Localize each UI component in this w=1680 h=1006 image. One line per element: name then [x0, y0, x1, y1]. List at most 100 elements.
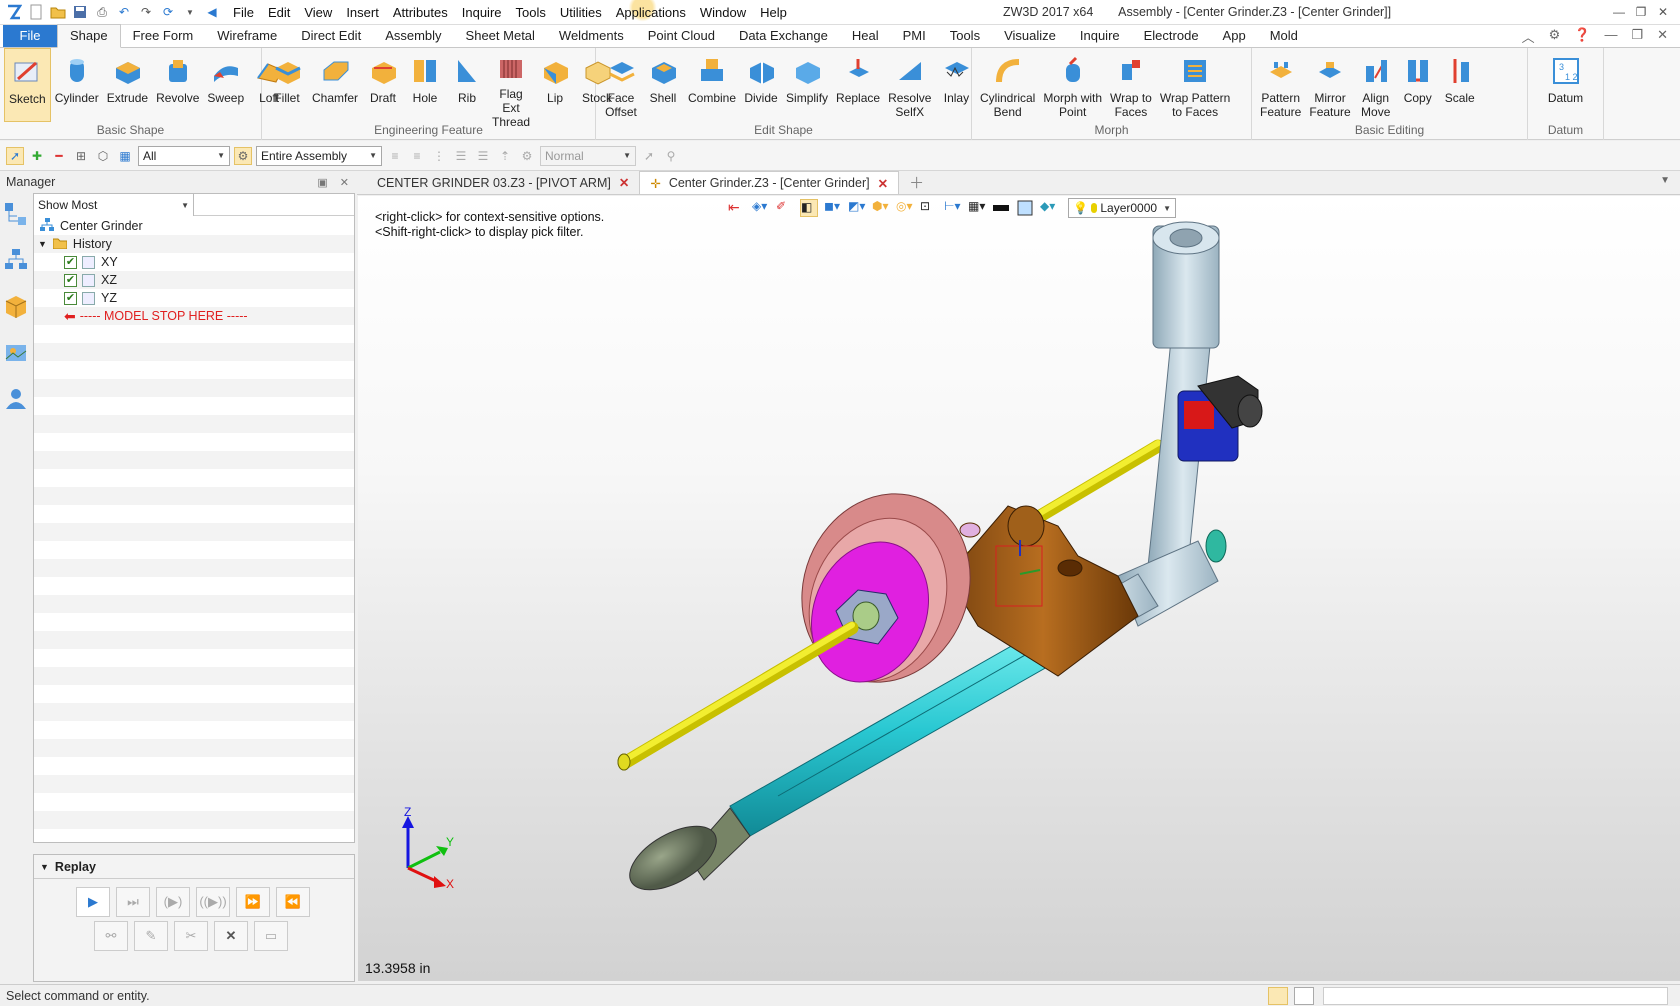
- resolve-selfx-button[interactable]: Resolve SelfX: [884, 48, 935, 122]
- visibility-checkbox[interactable]: ✔: [64, 273, 77, 287]
- menu-help[interactable]: Help: [753, 0, 794, 25]
- tab-mold[interactable]: Mold: [1258, 25, 1310, 47]
- tab-pmi[interactable]: PMI: [891, 25, 938, 47]
- assembly-manager-icon[interactable]: [3, 247, 29, 273]
- toolbar-icon-e[interactable]: ☰: [474, 147, 492, 165]
- delete-icon[interactable]: ✕: [214, 921, 248, 951]
- menu-edit[interactable]: Edit: [261, 0, 297, 25]
- box-select-icon[interactable]: ⬡: [94, 147, 112, 165]
- save-icon[interactable]: [70, 3, 90, 21]
- scope-select[interactable]: Entire Assembly ▼: [256, 145, 382, 166]
- replay-header[interactable]: ▼ Replay: [34, 855, 354, 879]
- menu-utilities[interactable]: Utilities: [553, 0, 609, 25]
- open-file-icon[interactable]: [48, 3, 68, 21]
- close-panel-icon[interactable]: ✕: [340, 176, 349, 189]
- toolbar-icon-c[interactable]: ⋮: [430, 147, 448, 165]
- simplify-button[interactable]: Simplify: [782, 48, 832, 122]
- menu-window[interactable]: Window: [693, 0, 753, 25]
- tab-data-exchange[interactable]: Data Exchange: [727, 25, 840, 47]
- lip-button[interactable]: Lip: [534, 48, 576, 122]
- fast-forward-icon[interactable]: ⏩: [236, 887, 270, 917]
- tree-node-plane-xz[interactable]: ✔ XZ: [34, 271, 354, 289]
- status-list-icon[interactable]: [1294, 987, 1314, 1005]
- 3d-viewport[interactable]: ⇤ ◈▾ ✐ ◧ ◼▾ ◩▾ ⬢▾ ◎▾ ⊡ ⊢▾ ▦▾ ◆▾ 💡 Layer0…: [358, 196, 1680, 981]
- refresh-icon[interactable]: ⟳: [158, 3, 178, 21]
- edit-feature-icon[interactable]: ✂: [174, 921, 208, 951]
- pin-panel-icon[interactable]: ▣: [317, 176, 327, 189]
- tab-tools[interactable]: Tools: [938, 25, 992, 47]
- link-icon[interactable]: ⚯: [94, 921, 128, 951]
- tab-free-form[interactable]: Free Form: [121, 25, 206, 47]
- edit-pencil-icon[interactable]: ✎: [134, 921, 168, 951]
- pick-filter-select[interactable]: All ▼: [138, 145, 230, 166]
- tree-node-root[interactable]: Center Grinder: [34, 217, 354, 235]
- toolbar-icon-d[interactable]: ☰: [452, 147, 470, 165]
- new-file-icon[interactable]: [26, 3, 46, 21]
- pick-options-icon[interactable]: ⊞: [72, 147, 90, 165]
- close-tab-icon[interactable]: ✕: [619, 175, 629, 190]
- print-icon[interactable]: ⎙: [92, 3, 112, 21]
- status-input-field[interactable]: [1323, 987, 1668, 1005]
- remove-pick-icon[interactable]: ━: [50, 147, 68, 165]
- pick-tool-icon[interactable]: ⚲: [662, 147, 680, 165]
- divide-button[interactable]: Divide: [740, 48, 782, 122]
- toolbar-icon-f[interactable]: ⇡: [496, 147, 514, 165]
- flag-ext-thread-button[interactable]: Flag Ext Thread: [488, 48, 534, 129]
- new-tab-button[interactable]: ＋: [899, 171, 934, 194]
- sketch-button[interactable]: Sketch: [4, 48, 51, 122]
- redo-icon[interactable]: ↷: [136, 3, 156, 21]
- doc-tab-center-grinder[interactable]: ✛ Center Grinder.Z3 - [Center Grinder] ✕: [639, 171, 900, 194]
- wrap-to-faces-button[interactable]: Wrap to Faces: [1106, 48, 1156, 122]
- toolbar-icon-a[interactable]: ≡: [386, 147, 404, 165]
- tab-point-cloud[interactable]: Point Cloud: [636, 25, 727, 47]
- scale-button[interactable]: Scale: [1439, 48, 1481, 122]
- rib-button[interactable]: Rib: [446, 48, 488, 122]
- tab-app[interactable]: App: [1211, 25, 1258, 47]
- show-mode-select[interactable]: Show Most ▼: [34, 194, 194, 216]
- restore-doc-icon[interactable]: ❐: [1631, 27, 1643, 46]
- menu-insert[interactable]: Insert: [339, 0, 386, 25]
- tab-assembly[interactable]: Assembly: [373, 25, 453, 47]
- model-stop-marker[interactable]: ⬅ ----- MODEL STOP HERE -----: [34, 307, 354, 325]
- pattern-feature-button[interactable]: Pattern Feature: [1256, 48, 1305, 122]
- menu-tools[interactable]: Tools: [509, 0, 553, 25]
- close-window-icon[interactable]: ✕: [1652, 0, 1674, 25]
- undo-icon[interactable]: ↶: [114, 3, 134, 21]
- customize-dropdown-icon[interactable]: ▼: [180, 3, 200, 21]
- menu-view[interactable]: View: [297, 0, 339, 25]
- align-move-button[interactable]: Align Move: [1355, 48, 1397, 122]
- chevron-down-icon[interactable]: ▼: [38, 239, 47, 249]
- shell-button[interactable]: Shell: [642, 48, 684, 122]
- step-forward-icon[interactable]: ⏭: [116, 887, 150, 917]
- close-tab-icon[interactable]: ✕: [878, 176, 888, 191]
- app-logo-icon[interactable]: [4, 3, 24, 21]
- tab-visualize[interactable]: Visualize: [992, 25, 1068, 47]
- settings-gear-icon[interactable]: ⚙: [1549, 27, 1561, 46]
- help-icon[interactable]: ❓: [1574, 27, 1590, 46]
- doc-tab-pivot-arm[interactable]: CENTER GRINDER 03.Z3 - [PIVOT ARM] ✕: [367, 171, 639, 194]
- wrap-pattern-button[interactable]: Wrap Pattern to Faces: [1156, 48, 1234, 122]
- face-offset-button[interactable]: Face Offset: [600, 48, 642, 122]
- close-doc-icon[interactable]: ✕: [1657, 27, 1668, 46]
- tab-wireframe[interactable]: Wireframe: [205, 25, 289, 47]
- minimize-icon[interactable]: —: [1608, 0, 1630, 25]
- toolbar-icon-b[interactable]: ≡: [408, 147, 426, 165]
- tab-list-icon[interactable]: ▼: [1660, 175, 1670, 186]
- tab-sheet-metal[interactable]: Sheet Metal: [454, 25, 547, 47]
- tab-electrode[interactable]: Electrode: [1132, 25, 1211, 47]
- step-over-icon[interactable]: ((▶)): [196, 887, 230, 917]
- suppress-icon[interactable]: ▭: [254, 921, 288, 951]
- replace-button[interactable]: Replace: [832, 48, 884, 122]
- tab-weldments[interactable]: Weldments: [547, 25, 636, 47]
- rewind-icon[interactable]: ⏪: [276, 887, 310, 917]
- tree-node-plane-yz[interactable]: ✔ YZ: [34, 289, 354, 307]
- filter-icon[interactable]: ▦: [116, 147, 134, 165]
- tab-inquire[interactable]: Inquire: [1068, 25, 1132, 47]
- assembly-scope-icon[interactable]: ⚙: [234, 146, 252, 165]
- tree-node-history[interactable]: ▼ History: [34, 235, 354, 253]
- cylindrical-bend-button[interactable]: Cylindrical Bend: [976, 48, 1039, 122]
- tab-direct-edit[interactable]: Direct Edit: [289, 25, 373, 47]
- draft-button[interactable]: Draft: [362, 48, 404, 122]
- mode-select[interactable]: Normal ▼: [540, 145, 636, 166]
- step-into-icon[interactable]: (▶): [156, 887, 190, 917]
